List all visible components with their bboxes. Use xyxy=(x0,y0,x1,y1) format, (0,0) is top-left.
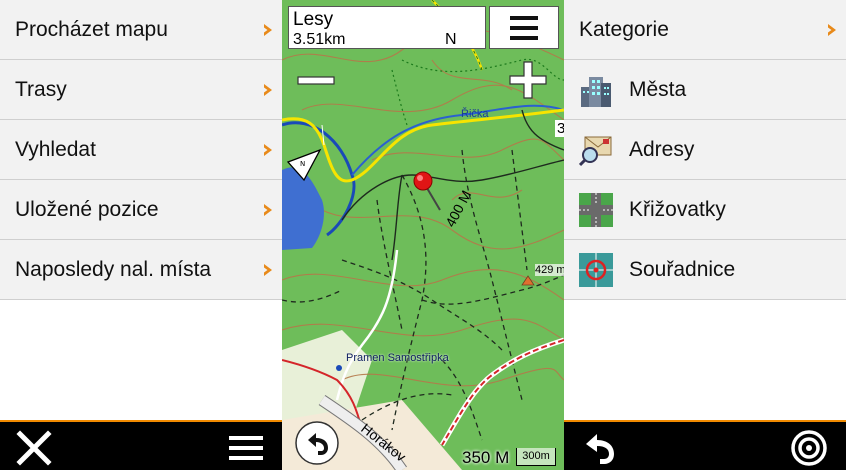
map-back-button[interactable] xyxy=(294,420,340,466)
svg-text:N: N xyxy=(300,160,305,168)
zoom-out-button[interactable] xyxy=(296,60,336,100)
menu-item-search[interactable]: Vyhledat xyxy=(0,120,282,180)
menu-item-saved-positions[interactable]: Uložené pozice xyxy=(0,180,282,240)
address-icon xyxy=(579,136,612,166)
menu-item-browse-map[interactable]: Procházet mapu xyxy=(0,0,282,60)
category-item-coordinates[interactable]: Souřadnice xyxy=(564,240,846,300)
chevron-right-icon xyxy=(264,203,272,216)
menu-item-recent-places[interactable]: Naposledy nal. místa xyxy=(0,240,282,300)
menu-item-label: Trasy xyxy=(15,77,67,101)
map-label-spring: Pramen Samostřipka xyxy=(346,352,449,364)
menu-item-label: Procházet mapu xyxy=(15,17,168,41)
map-view[interactable]: N Lesy 3.51km N Řička 3 400 M 429 m Pram… xyxy=(282,0,564,470)
category-item-label: Souřadnice xyxy=(629,257,736,281)
category-item-intersections[interactable]: Křižovatky xyxy=(564,180,846,240)
city-icon xyxy=(581,76,611,107)
map-label-edge-number: 3 xyxy=(555,120,564,137)
bottom-bar-right xyxy=(564,420,846,470)
info-distance: 3.51km xyxy=(293,31,346,48)
chevron-right-icon xyxy=(264,23,272,36)
category-item-label: Města xyxy=(629,77,687,101)
menu-item-label: Vyhledat xyxy=(15,137,96,161)
target-button[interactable] xyxy=(789,428,829,468)
map-info-box[interactable]: Lesy 3.51km N xyxy=(288,6,486,49)
menu-item-routes[interactable]: Trasy xyxy=(0,60,282,120)
scale-text: 350 M xyxy=(462,448,510,467)
info-title: Lesy xyxy=(293,9,334,30)
scale-bar: 300m xyxy=(516,448,556,466)
chevron-right-icon xyxy=(264,263,272,276)
chevron-right-icon xyxy=(828,23,836,36)
map-menu-button[interactable] xyxy=(489,6,559,49)
back-button[interactable] xyxy=(580,428,620,468)
chevron-right-icon xyxy=(264,83,272,96)
intersection-icon xyxy=(579,192,613,227)
category-item-cities[interactable]: Města xyxy=(564,60,846,120)
map-label-river: Řička xyxy=(461,108,489,120)
map-label-summit: 429 m xyxy=(535,264,564,276)
left-menu-panel: Procházet mapu Trasy Vyhledat Uložené po… xyxy=(0,0,282,420)
category-header[interactable]: Kategorie xyxy=(564,0,846,60)
info-heading: N xyxy=(445,31,457,48)
category-item-label: Adresy xyxy=(629,137,695,161)
category-item-addresses[interactable]: Adresy xyxy=(564,120,846,180)
bottom-bar-left xyxy=(0,420,282,470)
menu-item-label: Naposledy nal. místa xyxy=(15,257,212,281)
category-header-label: Kategorie xyxy=(579,17,669,41)
zoom-in-button[interactable] xyxy=(508,60,548,100)
chevron-right-icon xyxy=(264,143,272,156)
category-panel: Kategorie Města Adresy Křižovatky Souřad… xyxy=(564,0,846,420)
menu-item-label: Uložené pozice xyxy=(15,197,159,221)
hamburger-icon xyxy=(510,15,538,40)
category-item-label: Křižovatky xyxy=(629,197,726,221)
menu-button[interactable] xyxy=(226,428,266,468)
coordinates-icon xyxy=(579,252,613,287)
close-button[interactable] xyxy=(14,428,54,468)
